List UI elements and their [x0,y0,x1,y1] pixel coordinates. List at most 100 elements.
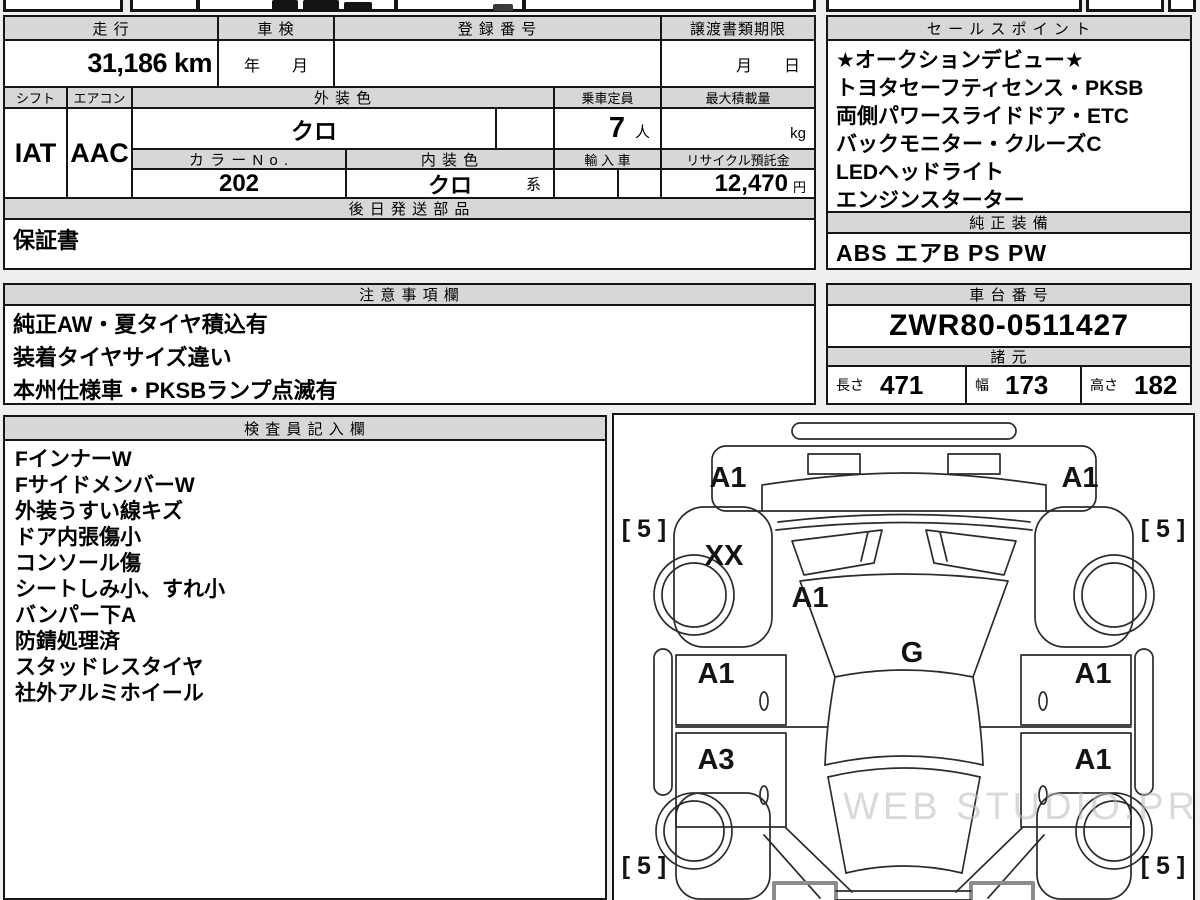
length-label: 長さ [836,377,864,393]
inspector-notes-header: 検 査 員 記 入 欄 [3,415,607,441]
inspector-line: FインナーW [15,448,132,471]
color-no-header: カ ラ ー N o . [131,148,347,170]
interior-color-text: クロ [427,172,472,198]
capacity-unit: 人 [634,124,650,141]
rear-bumper-right-shape [969,881,1035,900]
cutoff-row-box [1086,0,1164,12]
aircon-header: エアコン [66,86,133,109]
cutoff-row-box [826,0,1082,12]
door-handle [1038,691,1048,711]
exterior-color-subcell [495,107,555,150]
exterior-color-text: クロ [291,117,337,144]
capacity-value: 7 人 [553,107,662,150]
damage-mark-left-front-door: A1 [697,658,734,690]
note-line: 装着タイヤサイズ違い [13,345,232,370]
cut-off-text-fragment [272,0,298,11]
sales-point-line: 両側パワースライドドア・ETC [836,105,1129,128]
shift-value: IAT [3,107,68,199]
rear-fender-left-shape [675,792,771,900]
auction-sheet-document: 走 行 車 検 登 録 番 号 譲渡書類期限 31,186 km 年 月 月 日… [0,0,1200,900]
cutoff-row-box [130,0,199,12]
aircon-value: AAC [66,107,133,199]
recycle-deposit-value: 12,470 円 [660,168,816,199]
note-line: 純正AW・夏タイヤ積込有 [13,312,268,337]
rear-bumper-left-shape [772,881,838,900]
dimension-width-cell: 幅 173 [965,365,1082,405]
front-right-wheel [1073,554,1155,636]
genuine-equipment-header: 純 正 装 備 [826,211,1192,234]
shift-header: シフト [3,86,68,109]
windshield-pane-right [925,529,1017,576]
registration-header: 登 録 番 号 [333,15,662,41]
tire-mark-top-left: [ 5 ] [622,515,666,543]
later-parts-header: 後 日 発 送 部 品 [3,197,816,220]
transfer-text: 月 日 [735,58,800,75]
capacity-number: 7 [608,112,625,144]
sales-points-body: ★オークションデビュー★ トヨタセーフティセンス・PKSB 両側パワースライドド… [826,39,1192,213]
shaken-value: 年 月 [217,39,335,88]
damage-mark-left-slide-door: A3 [697,744,734,776]
damage-mark-right-front-door: A1 [1074,658,1111,690]
cutoff-row-box [523,0,816,12]
dimension-length-cell: 長さ 471 [826,365,967,405]
aircon-text: AAC [70,137,129,168]
import-value-subcell [617,168,662,199]
width-label: 幅 [975,377,989,393]
inspector-line: 外装うすい線キズ [15,500,183,523]
vehicle-diagram-box: A1 A1 XX A1 G A1 A1 A3 A1 [ 5 ] [ 5 ] [ … [612,413,1195,900]
color-no-value: 202 [131,168,347,199]
inspector-line: FサイドメンバーW [15,474,195,497]
cutoff-row-box [1168,0,1196,12]
cut-off-text-fragment [303,0,339,12]
later-parts-text: 保証書 [13,228,80,253]
length-value: 471 [880,369,924,400]
sales-point-line: バックモニター・クルーズC [836,133,1102,156]
damage-mark-cowl-right: G [901,637,924,669]
dimension-height-cell: 高さ 182 [1080,365,1192,405]
max-load-unit: kg [790,125,806,142]
damage-mark-front-bumper-left: A1 [709,462,746,494]
chassis-number-value: ZWR80-0511427 [826,304,1192,348]
dimensions-header: 諸 元 [826,346,1192,367]
chassis-number-text: ZWR80-0511427 [889,309,1129,342]
later-parts-value: 保証書 [3,218,816,270]
sales-points-header: セ ー ル ス ポ イ ン ト [826,15,1192,41]
cutoff-row-box [3,0,123,12]
roof-bar-shape [791,422,1017,440]
genuine-equipment-value: ABS エアB PS PW [826,232,1192,270]
notes-body: 純正AW・夏タイヤ積込有 装着タイヤサイズ違い 本州仕様車・PKSBランプ点滅有 [3,304,816,405]
rocker-right-shape [1134,648,1154,796]
height-value: 182 [1134,369,1178,400]
cut-off-text-fragment [493,4,513,11]
inspector-line: シートしみ小、すれ小 [15,578,225,601]
inspector-line: コンソール傷 [15,552,141,575]
genuine-equipment-text: ABS エアB PS PW [836,240,1048,266]
tire-mark-bottom-left: [ 5 ] [622,852,666,880]
damage-mark-hood: A1 [791,582,828,614]
interior-color-value: クロ 系 [345,168,555,199]
damage-mark-left-fender: XX [705,540,744,572]
front-bumper-shape [711,445,1097,512]
door-handle [759,691,769,711]
shift-text: IAT [14,137,57,168]
max-load-value: kg [660,107,816,150]
transfer-deadline-header: 譲渡書類期限 [660,15,816,41]
recycle-deposit-unit: 円 [792,180,806,195]
mileage-value: 31,186 km [3,39,219,88]
vehicle-top-view-diagram: A1 A1 XX A1 G A1 A1 A3 A1 [ 5 ] [ 5 ] [ … [622,422,1185,900]
inspector-line: 防錆処理済 [15,630,120,653]
damage-mark-right-slide-door: A1 [1074,744,1111,776]
height-label: 高さ [1090,377,1118,393]
sales-point-line: ★オークションデビュー★ [836,49,1084,72]
import-value-cell [553,168,619,199]
sales-point-line: トヨタセーフティセンス・PKSB [836,77,1144,100]
transfer-deadline-value: 月 日 [660,39,816,88]
width-value: 173 [1005,369,1049,400]
max-load-header: 最大積載量 [660,86,816,109]
chassis-number-header: 車 台 番 号 [826,283,1192,306]
cut-off-text-fragment [344,2,372,11]
capacity-header: 乗車定員 [553,86,662,109]
inspector-line: 社外アルミホイール [15,682,204,705]
inspector-notes-body: FインナーW FサイドメンバーW 外装うすい線キズ ドア内張傷小 コンソール傷 … [3,439,607,900]
damage-mark-front-bumper-right: A1 [1061,462,1098,494]
